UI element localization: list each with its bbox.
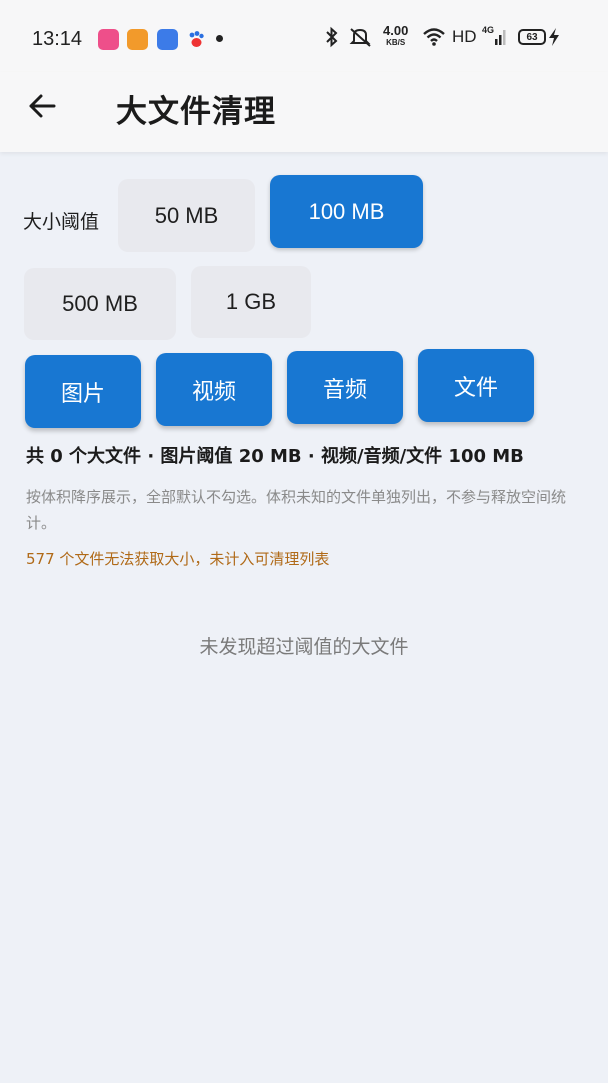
status-time: 13:14 xyxy=(32,28,83,50)
signal-icon: 4G xyxy=(482,22,508,52)
empty-state-message: 未发现超过阈值的大文件 xyxy=(199,636,409,658)
battery-icon: 63 xyxy=(518,22,546,52)
wifi-icon xyxy=(422,22,446,52)
app-bar: 大文件清理 xyxy=(0,72,608,152)
summary-text: 共 0 个大文件 · 图片阈值 20 MB · 视频/音频/文件 100 MB xyxy=(26,446,524,467)
arrow-left-icon xyxy=(29,94,56,118)
hd-label: HD xyxy=(452,27,477,46)
type-button-images[interactable]: 图片 xyxy=(25,355,141,428)
threshold-chip-50mb[interactable]: 50 MB xyxy=(118,179,255,252)
type-button-files[interactable]: 文件 xyxy=(418,349,534,422)
warning-text: 577 个文件无法获取大小，未计入可清理列表 xyxy=(26,550,330,568)
page-title: 大文件清理 xyxy=(116,94,276,130)
app-icon-3 xyxy=(157,29,178,50)
paw-app-icon xyxy=(186,29,207,50)
type-button-audio[interactable]: 音频 xyxy=(287,351,403,424)
threshold-chip-100mb[interactable]: 100 MB xyxy=(270,175,423,248)
notification-dot xyxy=(216,35,223,42)
charging-icon xyxy=(548,22,560,52)
back-button[interactable] xyxy=(22,86,62,126)
battery-level: 63 xyxy=(526,31,538,43)
type-button-videos[interactable]: 视频 xyxy=(156,353,272,426)
bluetooth-icon xyxy=(324,22,340,52)
app-icon-2 xyxy=(127,29,148,50)
status-bar: 13:14 4.00 KB/S HD 4G 63 xyxy=(0,0,608,72)
threshold-label: 大小阈值 xyxy=(23,211,100,233)
threshold-chip-500mb[interactable]: 500 MB xyxy=(24,268,176,340)
network-speed: 4.00 KB/S xyxy=(383,23,409,48)
description-text: 按体积降序展示，全部默认不勾选。体积未知的文件单独列出，不参与释放空间统计。 xyxy=(26,488,567,532)
threshold-chip-1gb[interactable]: 1 GB xyxy=(191,266,311,338)
app-icon-1 xyxy=(98,29,119,50)
mute-icon xyxy=(348,22,374,52)
